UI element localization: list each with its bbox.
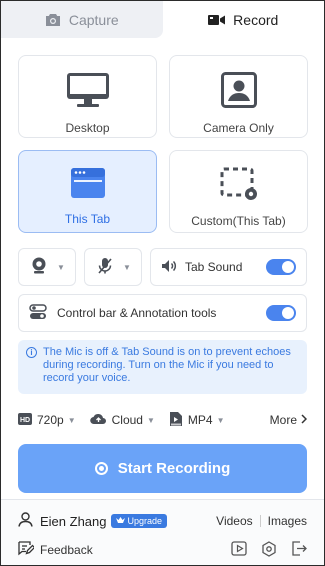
svg-text:HD: HD xyxy=(20,417,30,424)
control-bar-toggle[interactable] xyxy=(266,305,296,321)
camera-icon xyxy=(45,13,61,27)
storage-value: Cloud xyxy=(111,413,143,427)
chevron-down-icon: ▼ xyxy=(67,415,76,425)
tab-sound-control: Tab Sound xyxy=(150,248,307,286)
format-dropdown[interactable]: MP4 ▼ xyxy=(169,411,225,430)
divider xyxy=(259,515,261,527)
more-options-link[interactable]: More xyxy=(269,413,308,427)
video-camera-icon xyxy=(208,14,226,26)
control-bar-label: Control bar & Annotation tools xyxy=(57,306,217,320)
tab-record-label: Record xyxy=(233,11,279,28)
source-grid: Desktop Camera Only This Tab Custom(This… xyxy=(18,55,308,233)
resolution-value: 720p xyxy=(37,413,64,427)
chevron-down-icon: ▼ xyxy=(216,415,225,425)
source-label: Custom(This Tab) xyxy=(191,214,286,228)
upgrade-label: Upgrade xyxy=(127,516,163,526)
source-camera-only[interactable]: Camera Only xyxy=(169,55,308,138)
app-window: Capture Record Desktop Camera Only This … xyxy=(0,0,325,566)
media-controls: ▼ ▼ Tab Sound xyxy=(18,248,307,286)
start-recording-button[interactable]: Start Recording xyxy=(18,444,307,493)
resolution-dropdown[interactable]: HD 720p ▼ xyxy=(18,412,76,428)
camera-portrait-icon xyxy=(220,72,257,111)
feedback-icon xyxy=(18,541,36,559)
tab-capture-label: Capture xyxy=(68,11,119,28)
custom-area-icon xyxy=(220,167,258,204)
chevron-down-icon: ▼ xyxy=(146,415,155,425)
upgrade-button[interactable]: Upgrade xyxy=(110,514,168,528)
chevron-down-icon: ▼ xyxy=(123,262,131,272)
tab-sound-label: Tab Sound xyxy=(185,260,243,274)
storage-dropdown[interactable]: Cloud ▼ xyxy=(89,413,155,428)
tab-sound-toggle[interactable] xyxy=(266,259,296,275)
source-label: Desktop xyxy=(65,121,110,135)
user-icon xyxy=(18,512,33,530)
source-label: Camera Only xyxy=(203,121,274,135)
mic-notice: i The Mic is off & Tab Sound is on to pr… xyxy=(18,340,307,394)
feedback-link[interactable]: Feedback xyxy=(18,541,93,559)
webcam-dropdown[interactable]: ▼ xyxy=(18,248,76,286)
videos-link[interactable]: Videos xyxy=(216,514,252,528)
monitor-icon xyxy=(66,72,110,111)
speaker-icon xyxy=(161,259,177,276)
toggles-icon xyxy=(29,303,47,323)
user-info[interactable]: Eien Zhang xyxy=(18,512,107,530)
mic-dropdown[interactable]: ▼ xyxy=(84,248,142,286)
tab-capture[interactable]: Capture xyxy=(1,1,163,38)
tab-record[interactable]: Record xyxy=(162,1,324,38)
cloud-upload-icon xyxy=(89,413,107,428)
crown-icon xyxy=(115,516,125,526)
control-bar-setting: Control bar & Annotation tools xyxy=(18,294,307,332)
start-recording-label: Start Recording xyxy=(117,460,231,477)
video-file-icon xyxy=(169,411,183,430)
recording-options: HD 720p ▼ Cloud ▼ MP4 ▼ More xyxy=(18,410,308,430)
info-icon: i xyxy=(26,347,37,358)
settings-icon[interactable] xyxy=(261,540,277,560)
format-value: MP4 xyxy=(187,413,213,427)
chevron-right-icon xyxy=(301,413,308,427)
source-this-tab[interactable]: This Tab xyxy=(18,150,157,233)
source-label: This Tab xyxy=(64,212,111,226)
images-link[interactable]: Images xyxy=(268,514,307,528)
chevron-down-icon: ▼ xyxy=(57,262,65,272)
notice-text: The Mic is off & Tab Sound is on to prev… xyxy=(43,346,291,384)
record-icon xyxy=(94,462,108,475)
mode-tabs: Capture Record xyxy=(1,1,324,38)
sign-out-icon[interactable] xyxy=(291,540,307,560)
mic-off-icon xyxy=(97,257,113,278)
more-label: More xyxy=(269,413,297,427)
webcam-icon xyxy=(31,257,47,277)
feedback-label: Feedback xyxy=(40,543,93,557)
footer: Eien Zhang Upgrade Videos Images Feedbac… xyxy=(1,499,324,565)
browser-tab-icon xyxy=(70,167,106,202)
source-custom[interactable]: Custom(This Tab) xyxy=(169,150,308,233)
source-desktop[interactable]: Desktop xyxy=(18,55,157,138)
user-name: Eien Zhang xyxy=(40,513,107,529)
video-library-icon[interactable] xyxy=(231,540,247,560)
hd-icon: HD xyxy=(18,412,32,428)
